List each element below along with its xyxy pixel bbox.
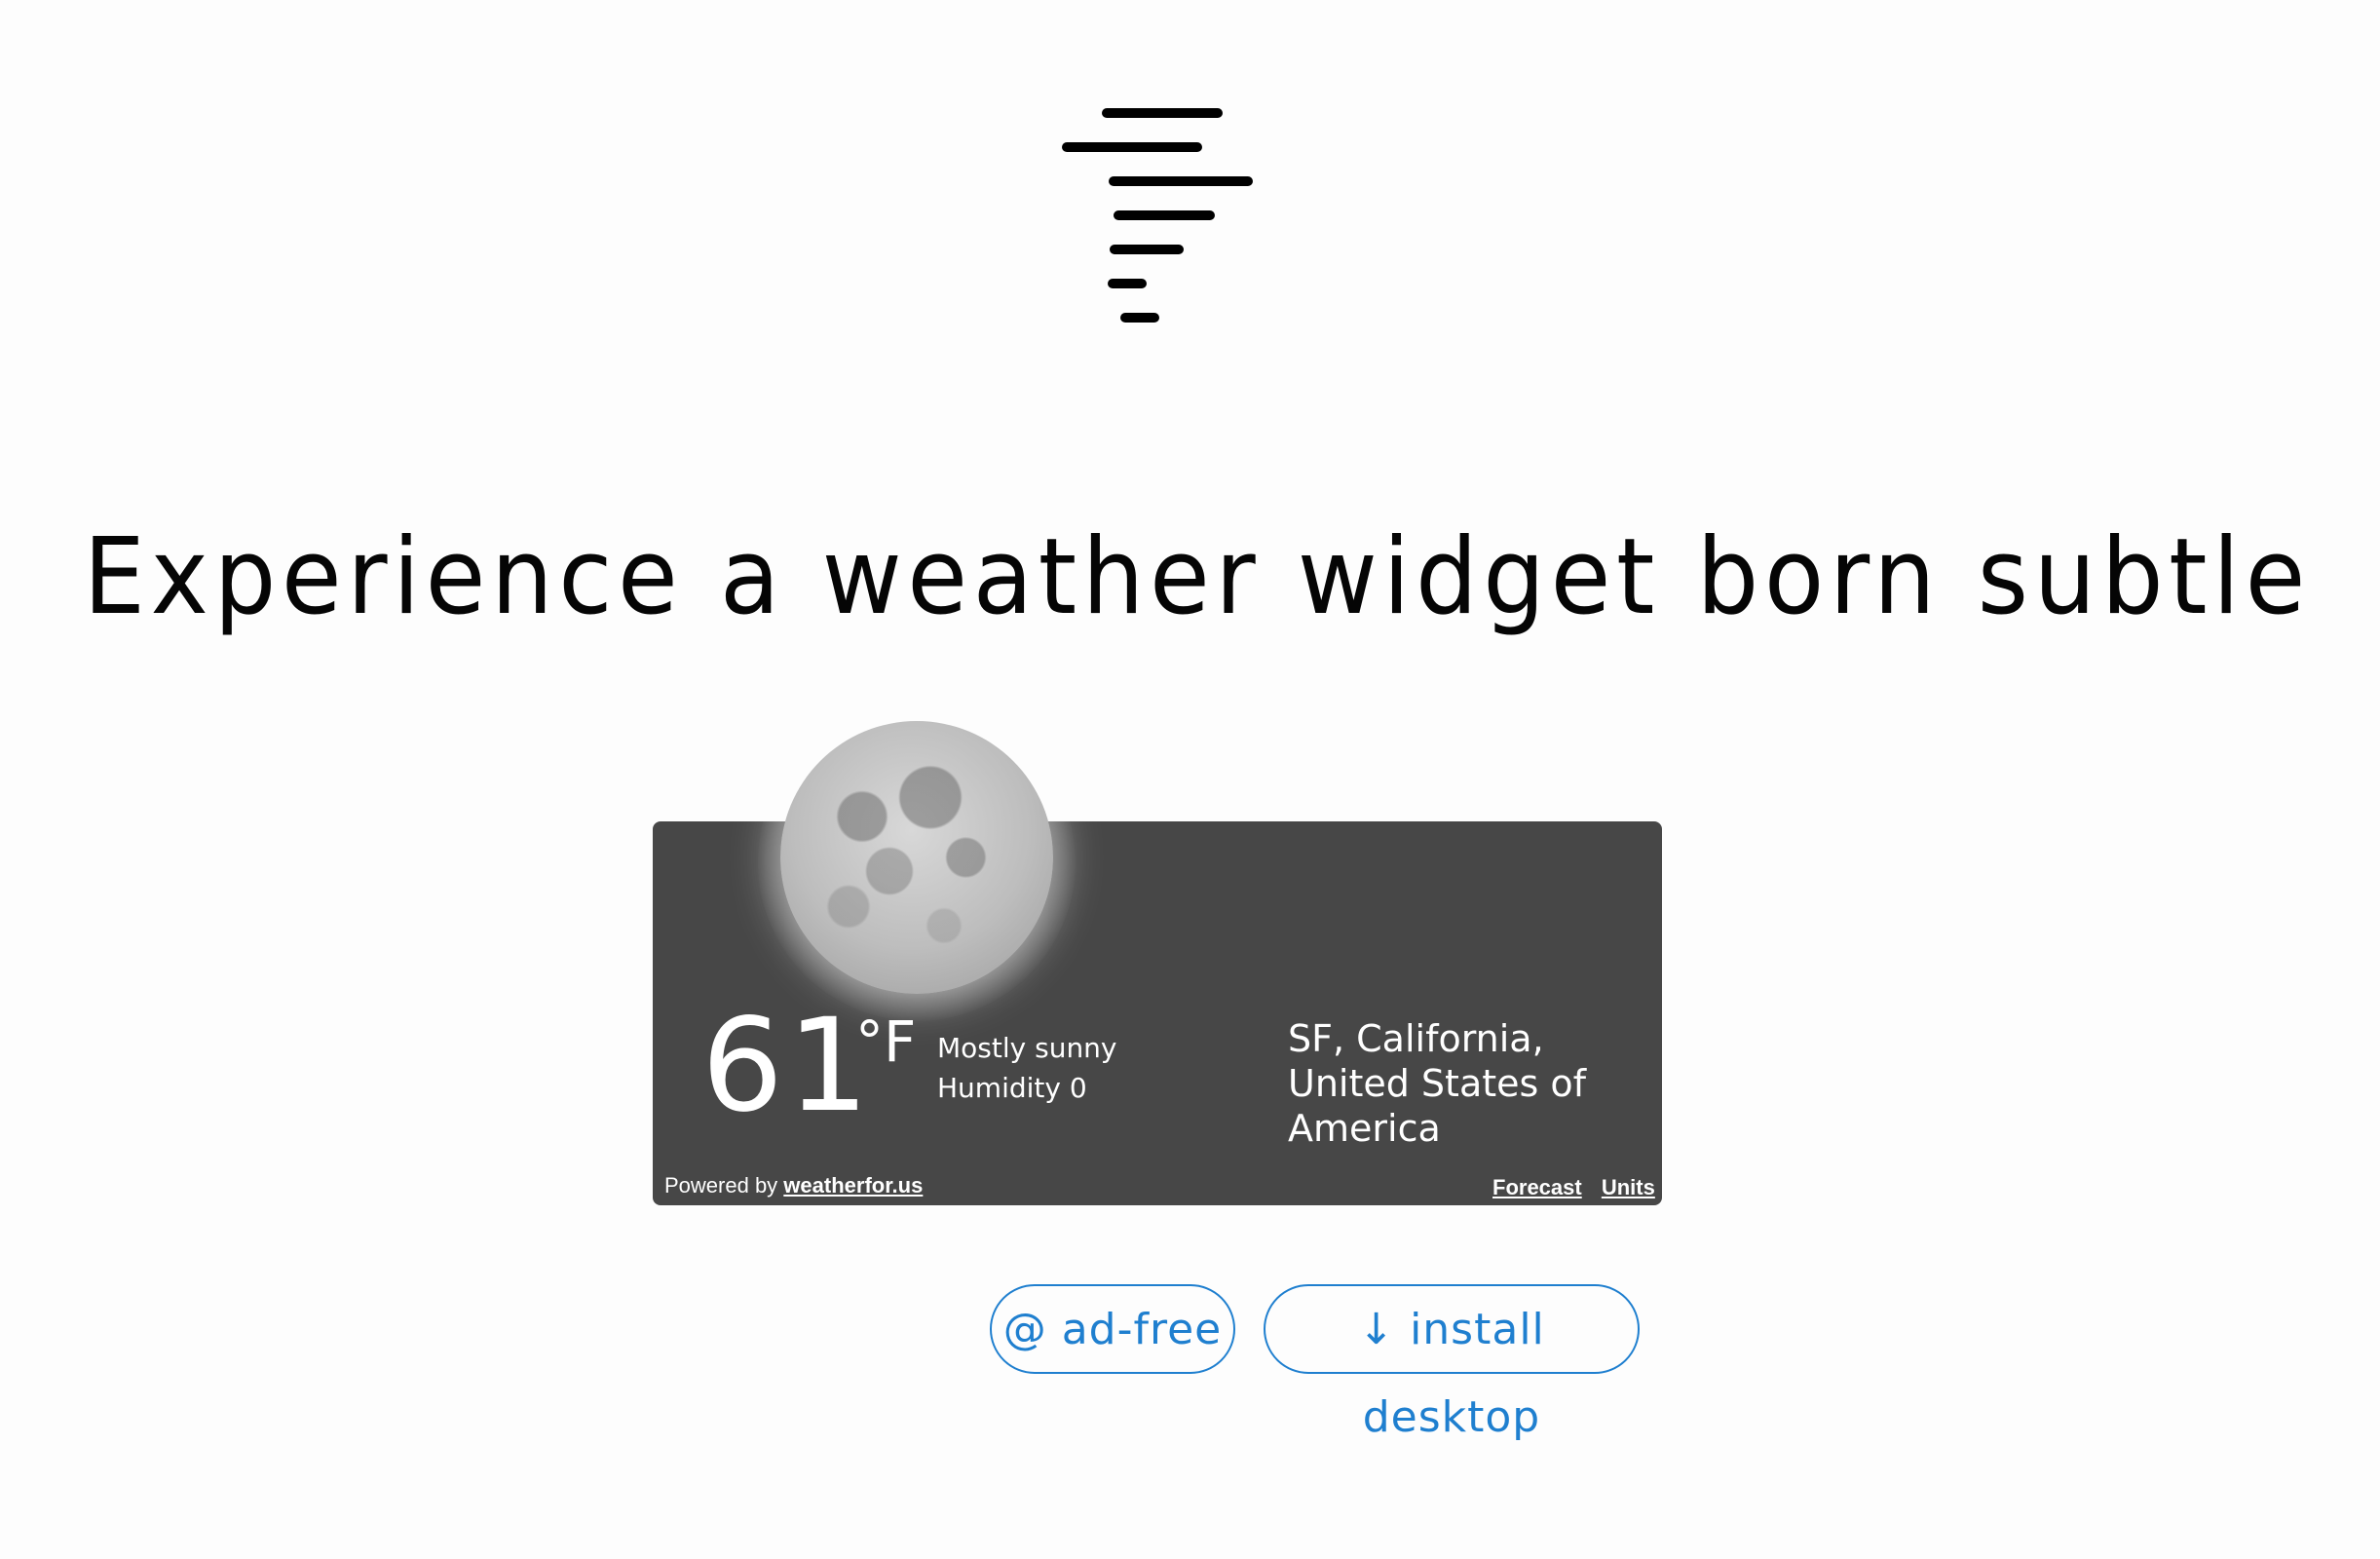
ad-free-button[interactable]: @ ad-free: [990, 1284, 1235, 1374]
widget-links: Forecast Units: [1479, 1175, 1655, 1200]
logo-line: [1110, 245, 1184, 254]
page: Experience a weather widget born subtle …: [0, 0, 2380, 1559]
logo-line: [1120, 313, 1159, 323]
units-link[interactable]: Units: [1602, 1175, 1655, 1199]
full-moon-icon: [780, 721, 1053, 994]
temperature-unit: °F: [855, 1008, 917, 1075]
weather-conditions: Mostly sunny Humidity 0: [937, 1028, 1117, 1108]
powered-by-label: Powered by: [664, 1173, 784, 1198]
humidity-text: Humidity 0: [937, 1072, 1087, 1104]
powered-by: Powered by weatherfor.us: [664, 1173, 923, 1198]
install-desktop-button[interactable]: ↓ install desktop: [1264, 1284, 1640, 1442]
logo-line: [1114, 210, 1215, 220]
forecast-link[interactable]: Forecast: [1492, 1175, 1582, 1199]
page-headline: Experience a weather widget born subtle: [83, 516, 2312, 638]
condition-text: Mostly sunny: [937, 1032, 1117, 1064]
tornado-lines-icon: [1052, 102, 1257, 336]
logo-line: [1108, 279, 1147, 288]
weatherfor-us-link[interactable]: weatherfor.us: [783, 1173, 923, 1198]
logo-line: [1062, 142, 1202, 152]
logo-line: [1109, 176, 1253, 186]
temperature-value: 61: [701, 991, 873, 1141]
location-text: SF, California, United States of America: [1288, 1017, 1587, 1150]
logo-line: [1102, 108, 1223, 118]
